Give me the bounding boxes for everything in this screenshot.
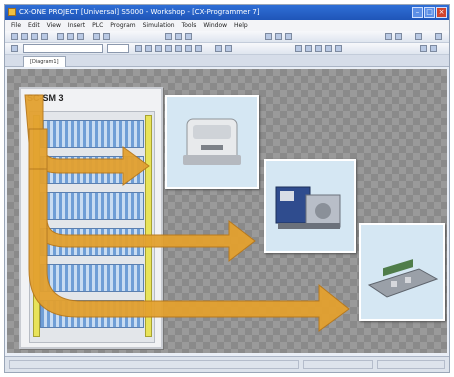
menu-insert[interactable]: Insert (68, 20, 85, 31)
rectangle-tool-icon[interactable] (145, 45, 152, 52)
menu-plc[interactable]: PLC (92, 20, 103, 31)
menu-simulation[interactable]: Simulation (143, 20, 175, 31)
transfer-icon[interactable] (275, 33, 282, 40)
menu-file[interactable]: File (11, 20, 21, 31)
flip-icon[interactable] (325, 45, 332, 52)
paste-icon[interactable] (77, 33, 84, 40)
tab-diagram[interactable]: [Diagram1] (23, 56, 66, 67)
window-controls: – □ × (412, 7, 447, 18)
menu-window[interactable]: Window (203, 20, 227, 31)
diagram-toolbar (5, 43, 449, 55)
document-tab-strip: [Diagram1] (5, 55, 449, 67)
text-tool-icon[interactable] (165, 45, 172, 52)
undo-icon[interactable] (93, 33, 100, 40)
menu-edit[interactable]: Edit (28, 20, 40, 31)
title-bar[interactable]: CX-ONE PROJECT [Universal] S5000 - Works… (5, 5, 449, 20)
copy-icon[interactable] (67, 33, 74, 40)
menu-bar: File Edit View Insert PLC Program Simula… (5, 20, 449, 31)
online-icon[interactable] (265, 33, 272, 40)
flow-arrows (24, 94, 350, 332)
diagram-canvas[interactable]: SC-SM 3 (7, 69, 447, 353)
ungroup-icon[interactable] (305, 45, 312, 52)
layer-icon[interactable] (335, 45, 342, 52)
compile-icon[interactable] (285, 33, 292, 40)
stop-icon[interactable] (415, 33, 422, 40)
zoom-out-icon[interactable] (175, 33, 182, 40)
fill-color-icon[interactable] (420, 45, 427, 52)
minimize-icon[interactable]: – (412, 7, 423, 18)
align-right-icon[interactable] (195, 45, 202, 52)
bring-front-icon[interactable] (215, 45, 222, 52)
help-icon[interactable] (435, 33, 442, 40)
select-icon[interactable] (11, 45, 18, 52)
group-icon[interactable] (295, 45, 302, 52)
arrow-to-control-module (28, 168, 350, 332)
status-bar (5, 356, 449, 372)
menu-program[interactable]: Program (110, 20, 135, 31)
application-window: CX-ONE PROJECT [Universal] S5000 - Works… (4, 4, 450, 373)
redo-icon[interactable] (103, 33, 110, 40)
rotate-icon[interactable] (315, 45, 322, 52)
find-icon[interactable] (185, 33, 192, 40)
menu-view[interactable]: View (47, 20, 61, 31)
send-back-icon[interactable] (225, 45, 232, 52)
align-left-icon[interactable] (175, 45, 182, 52)
arrow-to-filter-pump-unit (28, 128, 256, 263)
line-tool-icon[interactable] (135, 45, 142, 52)
monitor-icon[interactable] (385, 33, 392, 40)
line-color-icon[interactable] (430, 45, 437, 52)
ellipse-tool-icon[interactable] (155, 45, 162, 52)
app-icon (8, 8, 16, 16)
status-mode-pane (377, 360, 445, 369)
save-icon[interactable] (31, 33, 38, 40)
close-icon[interactable]: × (436, 7, 447, 18)
status-message-pane (9, 360, 299, 369)
zoom-field[interactable] (107, 44, 129, 53)
maximize-icon[interactable]: □ (424, 7, 435, 18)
window-title: CX-ONE PROJECT [Universal] S5000 - Works… (19, 8, 260, 16)
cut-icon[interactable] (57, 33, 64, 40)
status-position-pane (303, 360, 373, 369)
run-icon[interactable] (395, 33, 402, 40)
menu-tools[interactable]: Tools (182, 20, 197, 31)
object-name-field[interactable] (23, 44, 103, 53)
print-icon[interactable] (41, 33, 48, 40)
open-file-icon[interactable] (21, 33, 28, 40)
new-file-icon[interactable] (11, 33, 18, 40)
menu-help[interactable]: Help (234, 20, 248, 31)
standard-toolbar (5, 31, 449, 43)
align-center-icon[interactable] (185, 45, 192, 52)
zoom-in-icon[interactable] (165, 33, 172, 40)
